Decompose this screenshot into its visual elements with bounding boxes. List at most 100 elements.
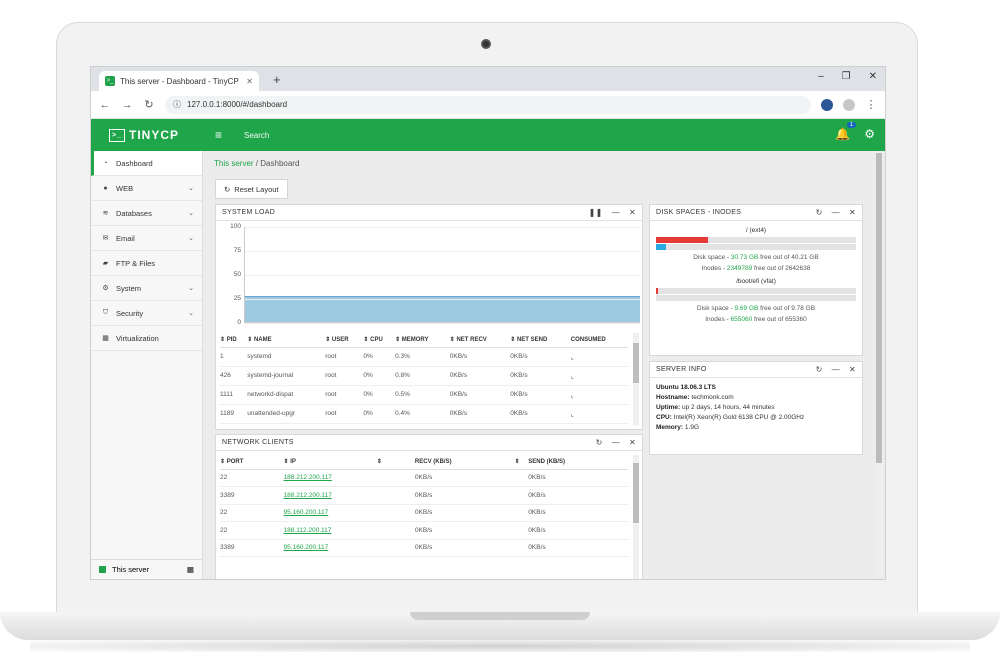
column-header[interactable]: ⇕ USER [325, 333, 364, 348]
scrollbar-thumb[interactable] [876, 153, 882, 463]
table-row[interactable]: 426 systemd-journal root 0% 0.8% 0KB/s 0KB/s ⌞ [220, 366, 628, 386]
scrollbar-thumb[interactable] [633, 343, 639, 383]
disk-free-value: 9.69 GB [734, 305, 759, 312]
extension-icon[interactable] [821, 98, 833, 111]
column-header[interactable]: ⇕ NAME [247, 333, 326, 348]
column-header[interactable]: ⇕ MEMORY [395, 333, 450, 348]
sidebar-item-ftp-files[interactable]: ▰ FTP & Files [91, 251, 202, 276]
sidebar-item-security[interactable]: ⛉ Security ⌄ [91, 301, 202, 326]
forward-icon[interactable]: → [121, 99, 133, 111]
column-header[interactable]: ⇕ CPU [363, 333, 396, 348]
minimize-widget-icon[interactable]: — [612, 208, 620, 217]
minimize-widget-icon[interactable]: — [832, 365, 840, 374]
close-tab-icon[interactable]: ✕ [246, 77, 253, 86]
refresh-icon[interactable]: ↻ [816, 365, 823, 374]
maximize-button[interactable]: ❐ [842, 71, 851, 82]
table-row[interactable]: 1111 networkd-dispat root 0% 0.5% 0KB/s 0KB/s ⌞ [220, 385, 628, 405]
minimize-button[interactable]: – [818, 71, 824, 82]
sidebar-item-dashboard[interactable]: ◔ Dashboard [91, 151, 202, 176]
close-widget-icon[interactable]: ✕ [629, 438, 636, 447]
close-widget-icon[interactable]: ✕ [849, 365, 856, 374]
reset-layout-button[interactable]: ↻ Reset Layout [215, 179, 288, 199]
screen: >_ This server - Dashboard - TinyCP ✕ + … [90, 66, 886, 580]
column-header[interactable]: ⇕ NET SEND [510, 333, 571, 348]
settings-gears-icon[interactable]: ⚙ [864, 127, 875, 141]
breadcrumb-root[interactable]: This server [214, 159, 254, 168]
column-header[interactable]: ⇕ IP [283, 455, 377, 470]
table-row[interactable]: 22 188.212.200.117 0KB/s 0KB/s [220, 469, 628, 487]
table-row[interactable]: 1189 unattended-upgr root 0% 0.4% 0KB/s 0KB/s ⌞ [220, 404, 628, 424]
ip-link[interactable]: 95.160.200.117 [284, 544, 329, 551]
info-icon[interactable]: ⓘ [173, 99, 181, 110]
main-scrollbar[interactable] [875, 151, 883, 579]
logo[interactable]: >_ TINYCP [91, 128, 205, 142]
column-header[interactable]: RECV (KB/S) [414, 455, 515, 470]
column-header[interactable]: ⇕ [376, 455, 415, 470]
server-selector[interactable]: This server ▦ [91, 559, 202, 579]
column-header[interactable]: ⇕ PORT [220, 455, 284, 470]
new-tab-button[interactable]: + [273, 72, 281, 87]
column-header[interactable]: ⇕ PID [220, 333, 248, 348]
reload-icon[interactable]: ↻ [143, 98, 155, 111]
search-input[interactable]: Search [244, 131, 269, 140]
port-cell: 3389 [220, 539, 284, 557]
sidebar-item-system[interactable]: ⚙ System ⌄ [91, 276, 202, 301]
table-cell: root [325, 385, 364, 405]
refresh-icon[interactable]: ↻ [596, 438, 603, 447]
browser-tab[interactable]: >_ This server - Dashboard - TinyCP ✕ [99, 71, 259, 91]
table-row[interactable]: 22 95.160.200.117 0KB/s 0KB/s [220, 504, 628, 522]
table-row[interactable]: 3389 95.160.200.117 0KB/s 0KB/s [220, 539, 628, 557]
table-row[interactable]: 22 188.112.200.117 0KB/s 0KB/s [220, 521, 628, 540]
reset-layout-label: Reset Layout [234, 184, 279, 194]
url-input[interactable]: ⓘ 127.0.0.1:8000/#/dashboard [165, 95, 811, 114]
scrollbar-thumb[interactable] [633, 463, 639, 523]
table-row[interactable]: 1 systemd root 0% 0.3% 0KB/s 0KB/s ⌞ [220, 347, 628, 367]
table-cell: 0% [363, 404, 396, 424]
menu-kebab-icon[interactable]: ⋮ [865, 98, 877, 111]
bell-icon[interactable]: 🔔 1 [835, 122, 857, 141]
table-cell: 0KB/s [449, 347, 511, 367]
back-icon[interactable]: ← [99, 99, 111, 111]
cpu-value: Intel(R) Xeon(R) Gold 6138 CPU @ 2.00GHz [673, 414, 805, 421]
column-header[interactable]: ⇕ [514, 455, 529, 470]
widget-header: NETWORK CLIENTS ↻ — ✕ [216, 435, 642, 451]
profile-avatar-icon[interactable] [843, 98, 855, 111]
breadcrumb-separator: / [255, 159, 259, 168]
sidebar-item-email[interactable]: ✉ Email ⌄ [91, 226, 202, 251]
port-cell: 22 [220, 469, 284, 487]
ip-link[interactable]: 188.212.200.117 [284, 492, 332, 499]
refresh-icon[interactable]: ↻ [816, 208, 823, 217]
sidebar-item-web[interactable]: ● WEB ⌄ [91, 176, 202, 201]
minimize-widget-icon[interactable]: — [832, 208, 840, 217]
column-header[interactable]: CONSUMED [570, 333, 628, 348]
close-window-button[interactable]: ✕ [869, 71, 877, 82]
disk-space-fill [656, 288, 658, 294]
server-grid-icon[interactable]: ▦ [187, 565, 194, 574]
ip-link[interactable]: 95.160.200.117 [284, 509, 329, 516]
reset-icon: ↻ [224, 184, 231, 194]
column-header[interactable]: ⇕ NET RECV [449, 333, 511, 348]
close-widget-icon[interactable]: ✕ [629, 208, 636, 217]
network-scrollbar[interactable] [633, 455, 639, 579]
app-header: >_ TINYCP ≡ Search 🔔 1 ⚙ [91, 119, 885, 151]
process-table: ⇕ PID ⇕ NAME ⇕ USER ⇕ CPU ⇕ MEMORY ⇕ NET RECV… [220, 333, 628, 424]
minimize-widget-icon[interactable]: — [612, 438, 620, 447]
pause-icon[interactable]: ❚❚ [589, 208, 603, 217]
envelope-icon: ✉ [102, 235, 109, 242]
disk-mount: / (ext4) Disk space - 30.73 GB free out o… [650, 227, 862, 272]
sidebar-item-virtualization[interactable]: ▦ Virtualization [91, 326, 202, 351]
sidebar-item-databases[interactable]: ≋ Databases ⌄ [91, 201, 202, 226]
column-header[interactable]: SEND (KB/S) [528, 455, 628, 470]
breadcrumb-current: Dashboard [260, 159, 300, 168]
table-row[interactable]: 3389 188.212.200.117 0KB/s 0KB/s [220, 486, 628, 505]
port-cell: 22 [220, 504, 284, 522]
hamburger-menu-icon[interactable]: ≡ [215, 128, 222, 142]
close-widget-icon[interactable]: ✕ [849, 208, 856, 217]
shield-icon: ⛉ [102, 309, 109, 316]
ip-link[interactable]: 188.112.200.117 [284, 527, 332, 534]
process-scrollbar[interactable] [633, 333, 639, 425]
send-cell: 0KB/s [528, 486, 628, 505]
chart-gridline [245, 299, 640, 300]
ip-link[interactable]: 188.212.200.117 [284, 474, 332, 481]
table-cell: 1 [220, 347, 248, 367]
